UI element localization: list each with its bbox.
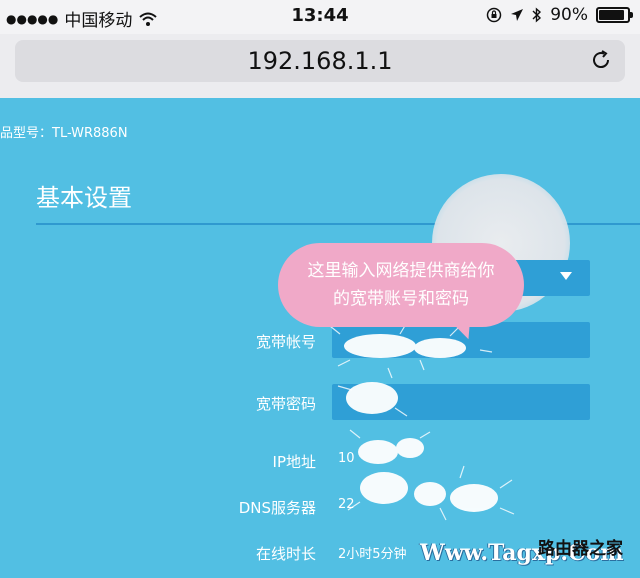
battery-fill — [599, 10, 625, 20]
location-arrow-icon — [511, 9, 524, 21]
address-bar[interactable]: 192.168.1.1 — [15, 40, 625, 82]
callout-text-line2: 的宽带账号和密码 — [333, 289, 469, 309]
url-text[interactable]: 192.168.1.1 — [15, 47, 625, 75]
bluetooth-icon — [532, 7, 542, 23]
battery-icon — [596, 7, 633, 23]
battery-percent: 90% — [550, 5, 588, 25]
router-page: 品型号：TL-WR886N 基本设置 上网 宽带帐号 宽带密码 IP地址 10 … — [0, 98, 640, 578]
reload-icon[interactable] — [589, 48, 613, 72]
status-right: 90% — [486, 5, 633, 25]
annotation-callout: 这里输入网络提供商给你 的宽带账号和密码 — [278, 243, 524, 327]
callout-text-line1: 这里输入网络提供商给你 — [307, 261, 495, 281]
brand-watermark: 路由器之家 — [538, 539, 623, 559]
rotation-lock-icon — [486, 7, 502, 23]
status-bar: ●●●●● 中国移动 13:44 90% — [0, 0, 640, 34]
redaction-scribble — [329, 323, 515, 521]
